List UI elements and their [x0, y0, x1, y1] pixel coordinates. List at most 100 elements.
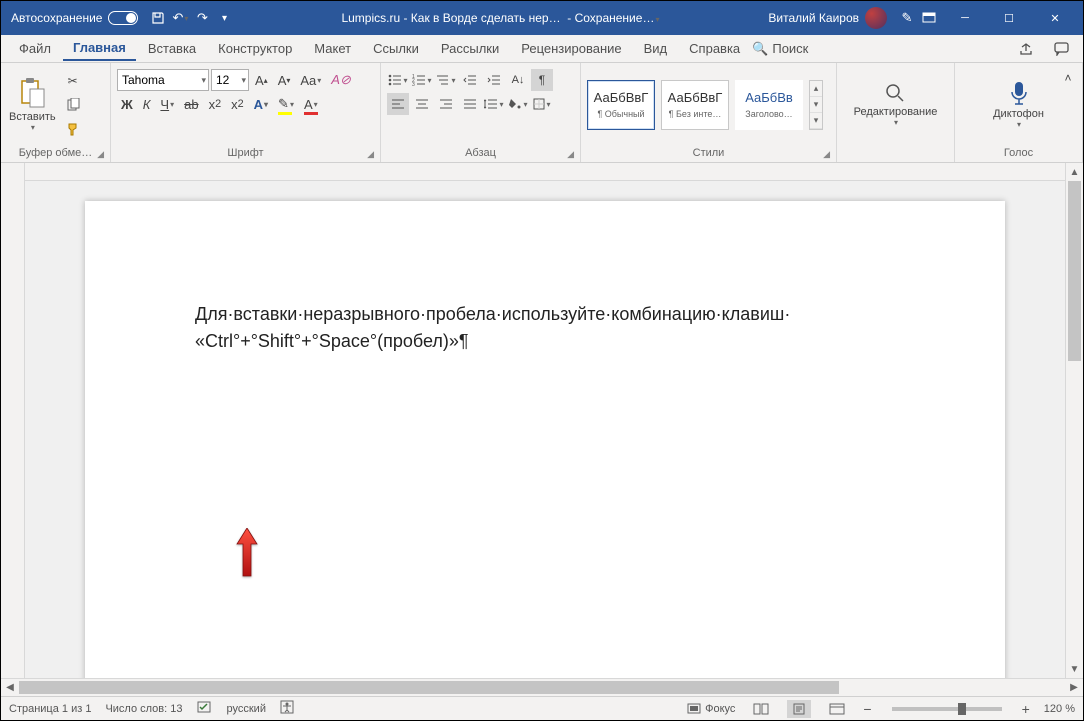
tab-file[interactable]: Файл	[9, 37, 61, 60]
font-size-combo[interactable]: 12	[211, 69, 249, 91]
tab-layout[interactable]: Макет	[304, 37, 361, 60]
search-tab[interactable]: 🔍 Поиск	[752, 41, 808, 57]
change-case-icon[interactable]: Aa▾	[296, 69, 325, 91]
group-paragraph: ▾ 123▾ ▾ A↓ ¶ ▾ ▾ ▾ Абза	[381, 63, 581, 162]
language-indicator[interactable]: русский	[227, 703, 266, 715]
zoom-in-icon[interactable]: +	[1022, 701, 1030, 717]
multilevel-icon[interactable]: ▾	[435, 69, 457, 91]
scrollbar-horizontal[interactable]: ◀ ▶	[1, 678, 1083, 696]
bold-button[interactable]: Ж	[117, 93, 137, 115]
doc-title: Lumpics.ru - Как в Ворде сделать нер…	[341, 11, 560, 25]
tab-review[interactable]: Рецензирование	[511, 37, 631, 60]
scroll-thumb-h[interactable]	[19, 681, 839, 694]
view-print-icon[interactable]	[787, 700, 811, 718]
tab-design[interactable]: Конструктор	[208, 37, 302, 60]
align-center-icon[interactable]	[411, 93, 433, 115]
cut-icon[interactable]: ✂	[62, 70, 84, 92]
grow-font-icon[interactable]: A▴	[251, 69, 272, 91]
format-painter-icon[interactable]	[62, 118, 84, 140]
wand-icon[interactable]: ✎	[899, 10, 915, 26]
page-indicator[interactable]: Страница 1 из 1	[9, 703, 91, 715]
borders-icon[interactable]: ▾	[531, 93, 553, 115]
save-icon[interactable]	[150, 10, 166, 26]
align-left-icon[interactable]	[387, 93, 409, 115]
superscript-icon[interactable]: x2	[227, 93, 248, 115]
tab-references[interactable]: Ссылки	[363, 37, 429, 60]
italic-button[interactable]: К	[139, 93, 155, 115]
sort-icon[interactable]: A↓	[507, 69, 529, 91]
accessibility-icon[interactable]	[280, 700, 294, 717]
scroll-up-icon[interactable]: ▲	[1066, 163, 1083, 181]
increase-indent-icon[interactable]	[483, 69, 505, 91]
group-styles: АаБбВвГ ¶ Обычный АаБбВвГ ¶ Без инте… Аа…	[581, 63, 837, 162]
justify-icon[interactable]	[459, 93, 481, 115]
scroll-right-icon[interactable]: ▶	[1065, 679, 1083, 696]
subscript-icon[interactable]: x2	[205, 93, 226, 115]
minimize-button[interactable]: ─	[943, 1, 987, 35]
group-font-label: Шрифт	[227, 147, 263, 159]
autosave-label: Автосохранение	[11, 11, 102, 25]
tab-home[interactable]: Главная	[63, 36, 136, 61]
view-web-icon[interactable]	[825, 700, 849, 718]
dialog-launcher-icon[interactable]: ◢	[367, 149, 374, 160]
strikethrough-button[interactable]: ab	[180, 93, 202, 115]
undo-icon[interactable]: ↶▾	[172, 10, 188, 26]
clear-format-icon[interactable]: A⊘	[327, 69, 355, 91]
shrink-font-icon[interactable]: A▾	[274, 69, 295, 91]
maximize-button[interactable]: ☐	[987, 1, 1031, 35]
show-marks-icon[interactable]: ¶	[531, 69, 553, 91]
align-right-icon[interactable]	[435, 93, 457, 115]
qat-more-icon[interactable]: ▾	[216, 10, 232, 26]
close-button[interactable]: ✕	[1031, 1, 1079, 35]
collapse-ribbon-icon[interactable]: ˄	[1057, 67, 1079, 89]
style-heading1[interactable]: АаБбВв Заголово…	[735, 80, 803, 130]
tab-help[interactable]: Справка	[679, 37, 750, 60]
text-effects-icon[interactable]: A▾	[250, 93, 272, 115]
numbering-icon[interactable]: 123▾	[411, 69, 433, 91]
copy-icon[interactable]	[62, 94, 84, 116]
underline-button[interactable]: Ч▾	[156, 93, 178, 115]
shading-icon[interactable]: ▾	[507, 93, 529, 115]
font-name-combo[interactable]: Tahoma	[117, 69, 209, 91]
zoom-level[interactable]: 120 %	[1044, 703, 1075, 715]
redo-icon[interactable]: ↷	[194, 10, 210, 26]
zoom-slider[interactable]	[892, 707, 1002, 711]
style-normal[interactable]: АаБбВвГ ¶ Обычный	[587, 80, 655, 130]
font-color-icon[interactable]: A▾	[300, 93, 322, 115]
ruler-horizontal[interactable]	[25, 163, 1065, 181]
dialog-launcher-icon[interactable]: ◢	[567, 149, 574, 160]
style-no-spacing[interactable]: АаБбВвГ ¶ Без инте…	[661, 80, 729, 130]
scroll-down-icon[interactable]: ▼	[1066, 660, 1083, 678]
autosave-toggle[interactable]	[108, 11, 138, 25]
dialog-launcher-icon[interactable]: ◢	[97, 149, 104, 160]
view-read-icon[interactable]	[749, 700, 773, 718]
bullets-icon[interactable]: ▾	[387, 69, 409, 91]
focus-mode[interactable]: Фокус	[687, 703, 735, 715]
styles-more[interactable]: ▴▾▾	[809, 80, 823, 130]
dialog-launcher-icon[interactable]: ◢	[823, 149, 830, 160]
ruler-vertical[interactable]	[1, 163, 25, 678]
avatar[interactable]	[865, 7, 887, 29]
comments-icon[interactable]	[1049, 38, 1075, 60]
editing-button[interactable]: Редактирование ▾	[850, 80, 942, 129]
page[interactable]: Для·вставки·неразрывного·пробела·использ…	[85, 201, 1005, 678]
scroll-left-icon[interactable]: ◀	[1, 679, 19, 696]
paste-button[interactable]: Вставить ▾	[5, 75, 60, 134]
tab-mailings[interactable]: Рассылки	[431, 37, 509, 60]
scrollbar-vertical[interactable]: ▲ ▼	[1065, 163, 1083, 678]
document-scroll[interactable]: Для·вставки·неразрывного·пробела·использ…	[25, 163, 1065, 678]
status-bar: Страница 1 из 1 Число слов: 13 русский Ф…	[1, 696, 1083, 720]
share-icon[interactable]	[1013, 38, 1039, 60]
decrease-indent-icon[interactable]	[459, 69, 481, 91]
tab-view[interactable]: Вид	[634, 37, 678, 60]
dictate-button[interactable]: Диктофон ▾	[989, 78, 1048, 131]
ribbon-display-icon[interactable]	[921, 10, 937, 26]
spellcheck-icon[interactable]	[197, 700, 213, 717]
line-spacing-icon[interactable]: ▾	[483, 93, 505, 115]
document-text[interactable]: Для·вставки·неразрывного·пробела·использ…	[195, 301, 895, 355]
word-count[interactable]: Число слов: 13	[105, 703, 182, 715]
tab-insert[interactable]: Вставка	[138, 37, 206, 60]
zoom-out-icon[interactable]: −	[863, 701, 871, 717]
scroll-thumb[interactable]	[1068, 181, 1081, 361]
highlight-icon[interactable]: ✎▾	[274, 93, 298, 115]
